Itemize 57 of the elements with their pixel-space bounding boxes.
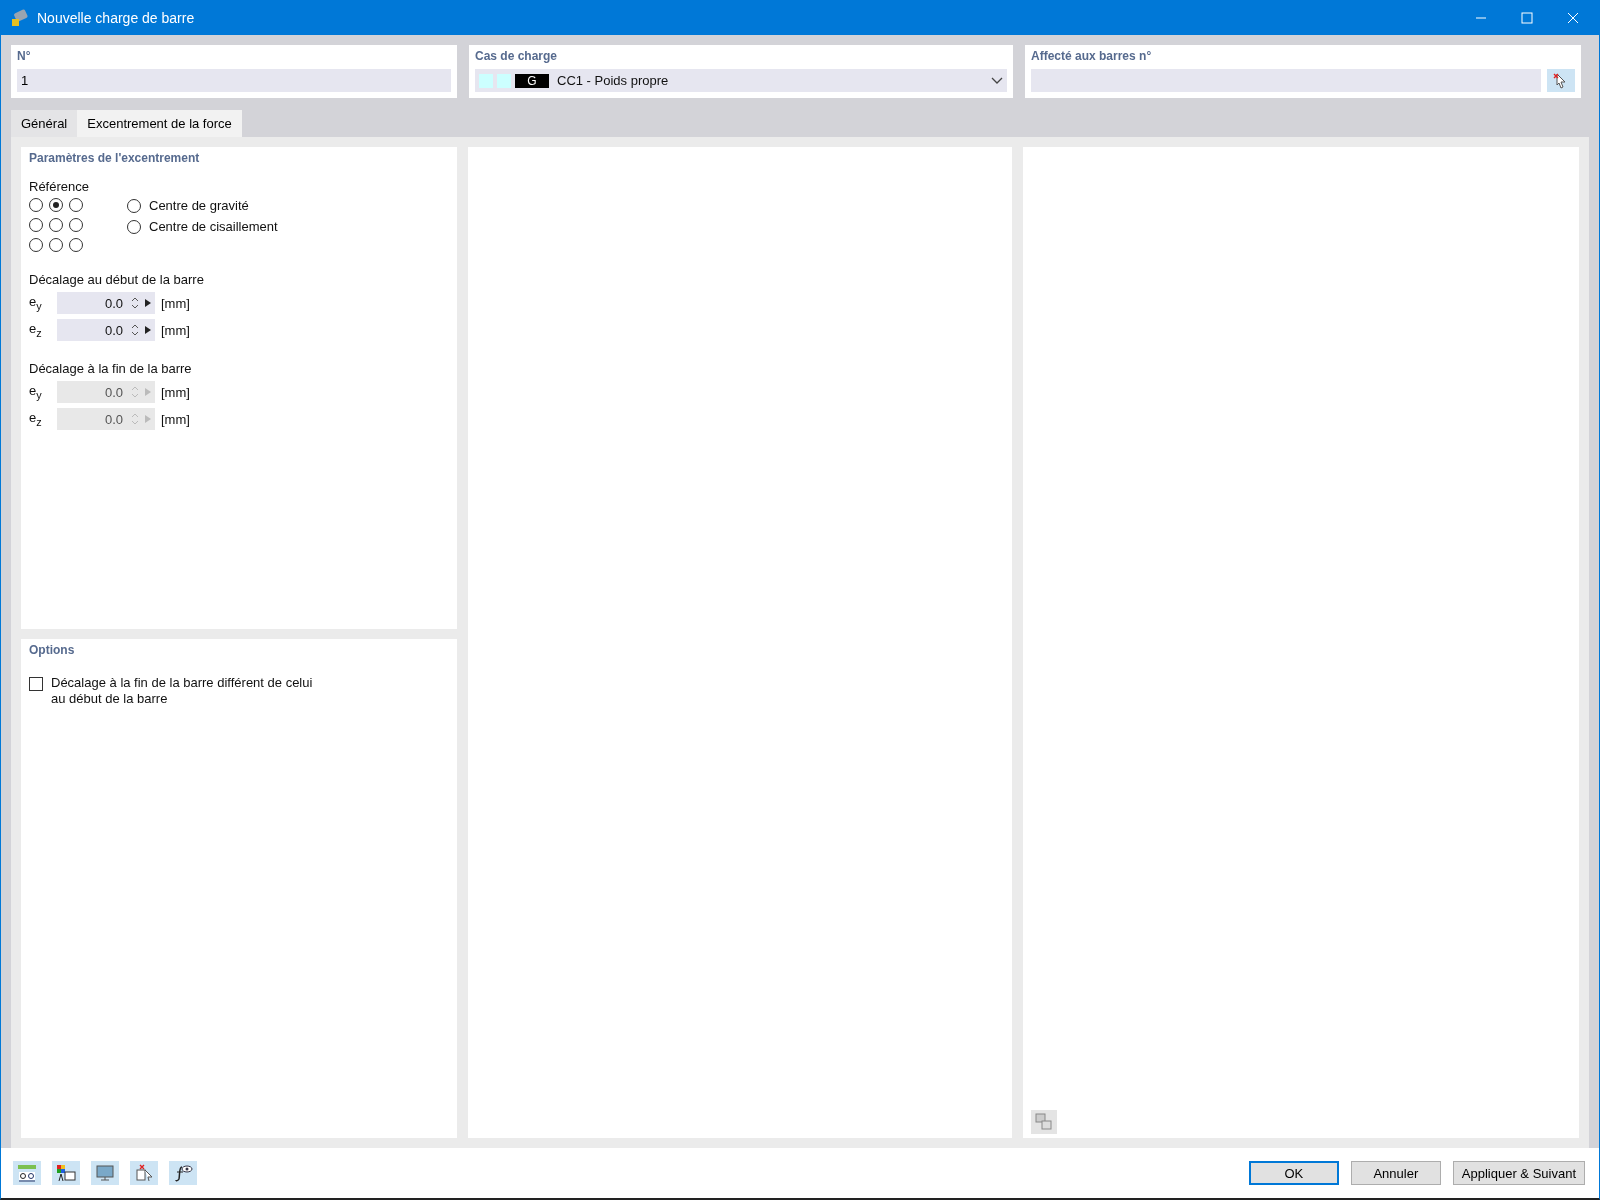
play-icon	[145, 415, 151, 423]
option-label: Centre de cisaillement	[149, 219, 278, 234]
dialog-button[interactable]: Appliquer & Suivant	[1452, 1161, 1585, 1185]
field-label: N°	[17, 49, 32, 63]
unit-label: [mm]	[161, 411, 190, 427]
pick-button[interactable]	[1547, 69, 1575, 92]
checkbox-label: Décalage à la fin de la barre différent de celui au début de la barre	[51, 675, 314, 707]
symbol-label: e$_{z}$	[29, 410, 43, 428]
symbol-label: e$_{z}$	[29, 321, 43, 339]
spin-field[interactable]: 0.0	[57, 292, 155, 314]
spinner-icon	[131, 323, 139, 337]
close-icon[interactable]	[1567, 12, 1579, 24]
window-icon	[56, 1164, 76, 1182]
unit-label: [mm]	[161, 384, 190, 400]
field-label: Affecté aux barres n°	[1031, 49, 1153, 63]
spinner-icon	[131, 296, 139, 310]
window-title: Nouvelle charge de barre	[37, 10, 195, 26]
units-button[interactable]	[13, 1161, 41, 1185]
field-label: Cas de charge	[475, 49, 559, 63]
delete-selection-button[interactable]	[130, 1161, 158, 1185]
spin-field[interactable]: 0.0	[57, 319, 155, 341]
function-eye-icon	[173, 1164, 193, 1182]
load-case-value: CC1 - Poids propre	[557, 73, 669, 88]
views-icon	[1035, 1113, 1053, 1131]
group-title: Décalage au début de la barre	[29, 272, 205, 287]
section-title: Paramètres de l'excentrement	[29, 151, 201, 165]
section-title: Options	[29, 643, 76, 657]
unit-label: [mm]	[161, 322, 190, 338]
monitor-button[interactable]	[91, 1161, 119, 1185]
app-icon	[11, 9, 29, 27]
tab[interactable]: Excentrement de la force	[77, 110, 242, 137]
document-cursor-icon	[134, 1164, 154, 1182]
play-icon	[145, 326, 151, 334]
chevron-icon	[991, 76, 1003, 85]
monitor-icon	[95, 1164, 115, 1182]
dialog-button[interactable]: OK	[1248, 1161, 1339, 1185]
members-field[interactable]	[1031, 69, 1541, 92]
unit-label: [mm]	[161, 295, 190, 311]
reference-label: Référence	[29, 179, 90, 194]
option-label: Centre de gravité	[149, 198, 249, 213]
ruler-icon	[17, 1164, 37, 1182]
category-tag: G	[515, 73, 549, 88]
spinner-icon	[131, 412, 139, 426]
load-case-dropdown[interactable]: G CC1 - Poids propre	[475, 69, 1007, 92]
display-button[interactable]	[52, 1161, 80, 1185]
symbol-label: e$_{y}$	[29, 383, 43, 401]
dialog-button[interactable]: Annuler	[1350, 1161, 1441, 1185]
group-title: Décalage à la fin de la barre	[29, 361, 193, 376]
play-icon	[145, 388, 151, 396]
checkbox[interactable]	[29, 677, 43, 691]
maximize-icon[interactable]	[1521, 12, 1533, 24]
formula-button[interactable]	[169, 1161, 197, 1185]
tab[interactable]: Général	[11, 110, 78, 137]
symbol-label: e$_{y}$	[29, 294, 43, 312]
spinner-icon	[131, 385, 139, 399]
play-icon	[145, 299, 151, 307]
number-field[interactable]: 1	[17, 69, 451, 92]
